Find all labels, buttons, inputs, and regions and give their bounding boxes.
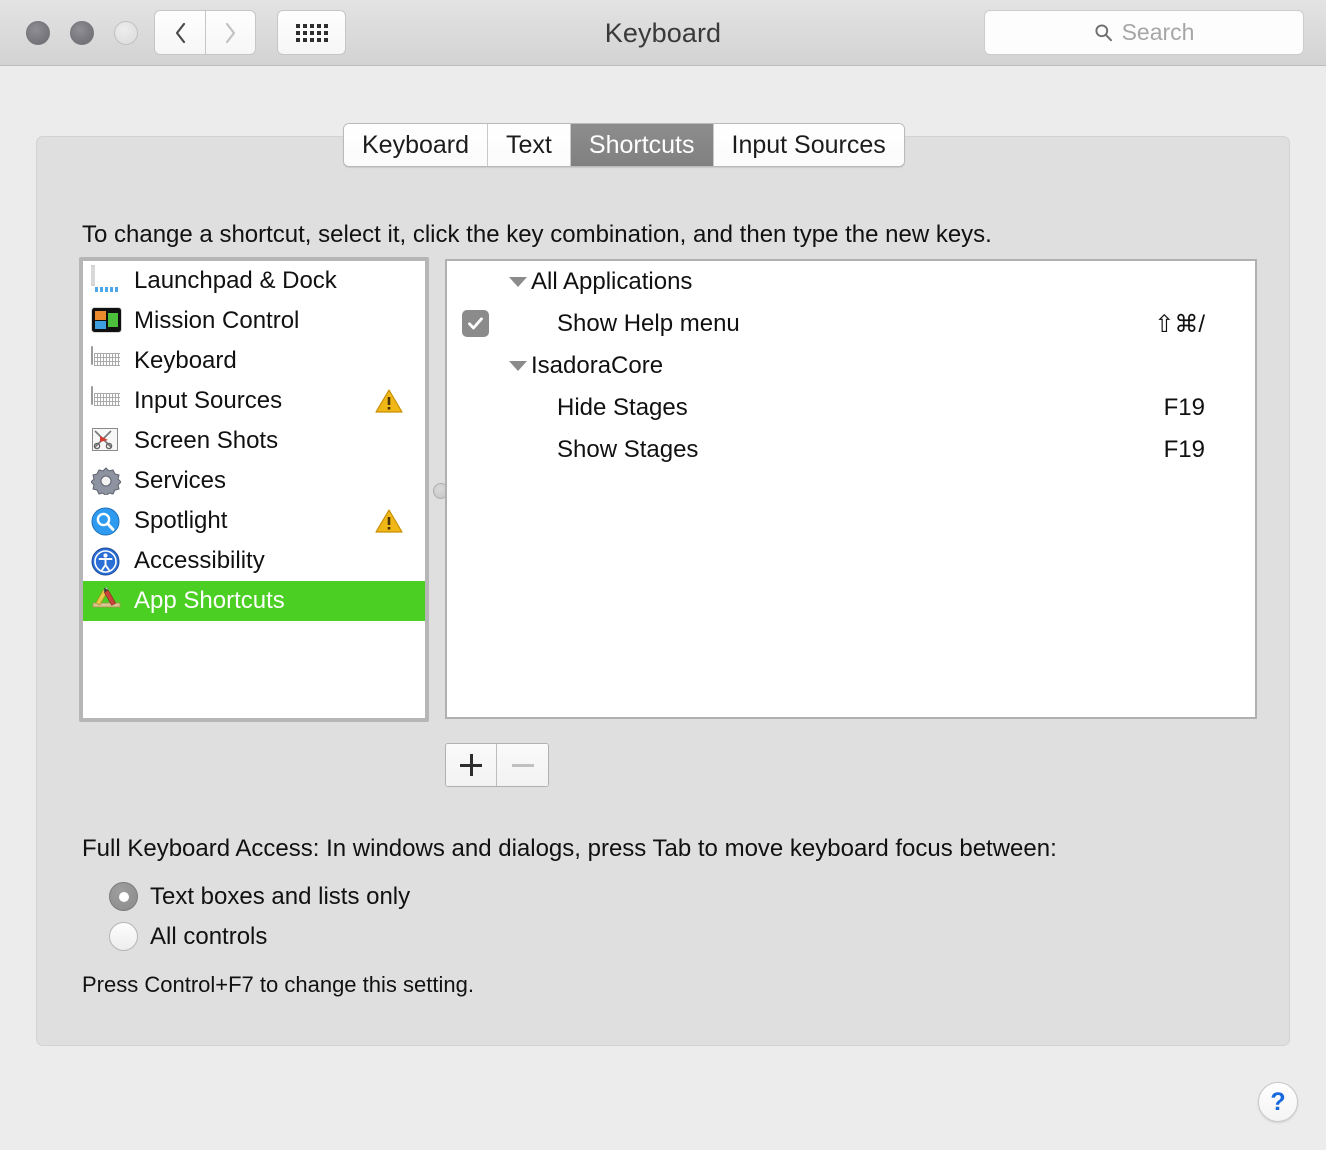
- full-keyboard-access-note: Press Control+F7 to change this setting.: [82, 972, 474, 997]
- shortcut-name: Show Stages: [557, 436, 699, 463]
- shortcut-enabled-checkbox[interactable]: [462, 310, 489, 337]
- launchpad-dock-icon: [91, 265, 124, 295]
- sidebar-item-mission-control[interactable]: Mission Control: [83, 301, 425, 341]
- table-row[interactable]: Show Stages F19: [447, 429, 1255, 471]
- services-gear-icon: [90, 467, 124, 497]
- radio-label: All controls: [150, 922, 268, 950]
- app-shortcuts-icon: [91, 586, 124, 615]
- instruction-text: To change a shortcut, select it, click t…: [82, 221, 992, 248]
- radio-text-boxes-and-lists-only[interactable]: Text boxes and lists only: [109, 882, 410, 911]
- sidebar-item-keyboard[interactable]: Keyboard: [83, 341, 425, 381]
- shortcut-keys[interactable]: F19: [1164, 394, 1205, 422]
- search-placeholder: Search: [1121, 19, 1195, 45]
- table-row[interactable]: Show Help menu ⇧⌘/: [447, 303, 1255, 345]
- tab-keyboard[interactable]: Keyboard: [344, 124, 489, 166]
- sidebar-item-app-shortcuts[interactable]: App Shortcuts: [83, 581, 425, 621]
- tab-text[interactable]: Text: [488, 124, 571, 166]
- sidebar-item-label: App Shortcuts: [134, 587, 285, 614]
- sidebar-item-label: Mission Control: [134, 307, 300, 334]
- warning-icon: [375, 389, 403, 413]
- shortcut-name: Hide Stages: [557, 394, 688, 421]
- mission-control-icon: [91, 307, 124, 335]
- sidebar-item-label: Services: [134, 467, 227, 494]
- sidebar-item-accessibility[interactable]: Accessibility: [83, 541, 425, 581]
- minus-icon: [511, 754, 534, 776]
- search-icon: [1095, 24, 1112, 42]
- chevron-down-icon[interactable]: [509, 361, 527, 371]
- chevron-down-icon[interactable]: [509, 277, 527, 287]
- sidebar-item-label: Input Sources: [134, 387, 283, 414]
- remove-shortcut-button[interactable]: [497, 744, 548, 786]
- accessibility-icon: [91, 547, 124, 576]
- sidebar-item-label: Accessibility: [134, 547, 265, 574]
- preferences-content-panel: Keyboard Text Shortcuts Input Sources To…: [36, 123, 1290, 1046]
- shortcut-keys[interactable]: F19: [1164, 436, 1205, 464]
- input-sources-icon: [91, 386, 124, 415]
- tab-shortcuts[interactable]: Shortcuts: [570, 124, 714, 166]
- warning-icon: [375, 509, 403, 533]
- shortcut-list-panel[interactable]: All Applications Show Help menu ⇧⌘/ Isad…: [445, 259, 1257, 719]
- tab-input-sources[interactable]: Input Sources: [713, 124, 904, 166]
- sidebar-item-input-sources[interactable]: Input Sources: [83, 381, 425, 421]
- window-titlebar: Keyboard Search: [0, 0, 1326, 66]
- sidebar-item-launchpad-dock[interactable]: Launchpad & Dock: [83, 261, 425, 301]
- full-keyboard-access-label: Full Keyboard Access: In windows and dia…: [82, 835, 1057, 862]
- sidebar-item-label: Keyboard: [134, 347, 237, 374]
- search-input[interactable]: Search: [984, 10, 1304, 55]
- add-remove-button-group: [445, 743, 549, 787]
- sidebar-item-spotlight[interactable]: Spotlight: [83, 501, 425, 541]
- keyboard-preferences-window: Keyboard Search Keyboard Text Shortcuts …: [0, 0, 1326, 1150]
- sidebar-item-services[interactable]: Services: [83, 461, 425, 501]
- shortcut-category-list[interactable]: Launchpad & Dock Mission Control Keyboar…: [79, 257, 429, 722]
- table-row[interactable]: Hide Stages F19: [447, 387, 1255, 429]
- tree-group-isadoracore[interactable]: IsadoraCore: [447, 345, 1255, 387]
- shortcut-name: Show Help menu: [557, 310, 740, 337]
- tab-bar: Keyboard Text Shortcuts Input Sources: [343, 123, 905, 167]
- tree-group-label: IsadoraCore: [531, 352, 664, 379]
- screen-shots-icon: [91, 427, 124, 455]
- add-shortcut-button[interactable]: [446, 744, 497, 786]
- keyboard-icon: [91, 346, 124, 375]
- check-icon: [468, 317, 483, 330]
- help-button[interactable]: ?: [1258, 1082, 1298, 1122]
- radio-button[interactable]: [109, 882, 138, 911]
- shortcut-keys[interactable]: ⇧⌘/: [1154, 310, 1205, 339]
- radio-button[interactable]: [109, 922, 138, 951]
- radio-all-controls[interactable]: All controls: [109, 922, 267, 951]
- radio-label: Text boxes and lists only: [150, 882, 411, 910]
- tree-group-all-applications[interactable]: All Applications: [447, 261, 1255, 303]
- sidebar-item-label: Launchpad & Dock: [134, 267, 337, 294]
- sidebar-item-screen-shots[interactable]: Screen Shots: [83, 421, 425, 461]
- sidebar-item-label: Spotlight: [134, 507, 228, 534]
- sidebar-item-label: Screen Shots: [134, 427, 279, 454]
- spotlight-icon: [91, 507, 124, 536]
- tree-group-label: All Applications: [531, 268, 693, 295]
- plus-icon: [460, 754, 482, 776]
